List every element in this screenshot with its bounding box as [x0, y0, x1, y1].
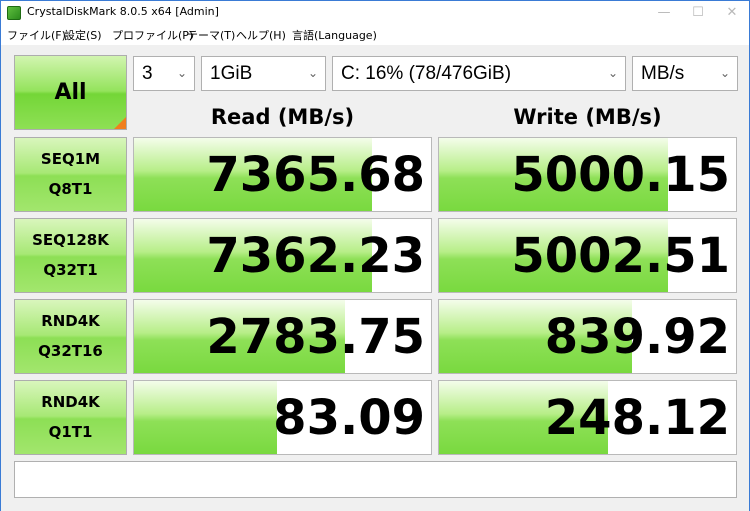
- write-result-seq1m: 5000.15: [438, 137, 737, 212]
- write-value: 5002.51: [511, 228, 730, 284]
- app-icon: [7, 6, 21, 20]
- menu-profile[interactable]: プロファイル(P): [112, 27, 193, 43]
- test-button-seq1m-q8t1[interactable]: SEQ1M Q8T1: [14, 137, 127, 212]
- test-label-line1: SEQ128K: [32, 231, 109, 249]
- test-label-line2: Q8T1: [48, 180, 93, 198]
- minimize-button[interactable]: —: [647, 1, 681, 25]
- test-label-line2: Q32T16: [38, 342, 103, 360]
- title-bar[interactable]: CrystalDiskMark 8.0.5 x64 [Admin] — ☐ ✕: [1, 1, 749, 25]
- size-value: 1GiB: [210, 63, 253, 84]
- write-header: Write (MB/s): [513, 105, 662, 129]
- maximize-button[interactable]: ☐: [681, 1, 715, 25]
- menu-settings[interactable]: 設定(S): [64, 27, 102, 43]
- menu-file[interactable]: ファイル(F): [7, 27, 66, 43]
- write-value: 248.12: [544, 390, 730, 446]
- read-result-rnd4k-q32t16: 2783.75: [133, 299, 432, 374]
- test-label-line1: SEQ1M: [40, 150, 101, 168]
- unit-select[interactable]: MB/s ⌄: [632, 56, 738, 91]
- chevron-down-icon: ⌄: [307, 66, 318, 80]
- close-button[interactable]: ✕: [715, 1, 749, 25]
- unit-value: MB/s: [641, 63, 685, 84]
- read-result-seq128k: 7362.23: [133, 218, 432, 293]
- window-title: CrystalDiskMark 8.0.5 x64 [Admin]: [27, 5, 219, 18]
- chevron-down-icon: ⌄: [719, 66, 730, 80]
- app-window: CrystalDiskMark 8.0.5 x64 [Admin] — ☐ ✕ …: [0, 0, 750, 511]
- count-value: 3: [142, 63, 153, 84]
- read-value: 7365.68: [206, 147, 425, 203]
- test-button-rnd4k-q32t16[interactable]: RND4K Q32T16: [14, 299, 127, 374]
- all-button-label: All: [54, 80, 87, 105]
- read-result-rnd4k-q1t1: 83.09: [133, 380, 432, 455]
- test-button-rnd4k-q1t1[interactable]: RND4K Q1T1: [14, 380, 127, 455]
- test-button-seq128k-q32t1[interactable]: SEQ128K Q32T1: [14, 218, 127, 293]
- write-value: 5000.15: [511, 147, 730, 203]
- read-value: 2783.75: [206, 309, 425, 365]
- drive-select[interactable]: C: 16% (78/476GiB) ⌄: [332, 56, 626, 91]
- read-result-seq1m: 7365.68: [133, 137, 432, 212]
- read-bar: [134, 381, 277, 454]
- read-header: Read (MB/s): [210, 105, 355, 129]
- test-label-line2: Q32T1: [43, 261, 98, 279]
- chevron-down-icon: ⌄: [176, 66, 187, 80]
- count-select[interactable]: 3 ⌄: [133, 56, 195, 91]
- menu-bar: ファイル(F) 設定(S) プロファイル(P) テーマ(T) ヘルプ(H) 言語…: [1, 25, 749, 45]
- read-value: 83.09: [273, 390, 425, 446]
- test-label-line1: RND4K: [41, 312, 100, 330]
- chevron-down-icon: ⌄: [607, 66, 618, 80]
- write-result-seq128k: 5002.51: [438, 218, 737, 293]
- test-label-line1: RND4K: [41, 393, 100, 411]
- write-result-rnd4k-q32t16: 839.92: [438, 299, 737, 374]
- corner-marker: [114, 117, 126, 129]
- drive-value: C: 16% (78/476GiB): [341, 63, 512, 84]
- menu-theme[interactable]: テーマ(T): [187, 27, 235, 43]
- read-value: 7362.23: [206, 228, 425, 284]
- test-label-line2: Q1T1: [48, 423, 93, 441]
- write-value: 839.92: [544, 309, 730, 365]
- main-panel: All 3 ⌄ 1GiB ⌄ C: 16% (78/476GiB) ⌄ MB/s…: [1, 45, 749, 511]
- all-button[interactable]: All: [14, 55, 127, 130]
- size-select[interactable]: 1GiB ⌄: [201, 56, 326, 91]
- menu-language[interactable]: 言語(Language): [292, 27, 377, 43]
- menu-help[interactable]: ヘルプ(H): [236, 27, 286, 43]
- write-result-rnd4k-q1t1: 248.12: [438, 380, 737, 455]
- comment-input[interactable]: [14, 461, 737, 498]
